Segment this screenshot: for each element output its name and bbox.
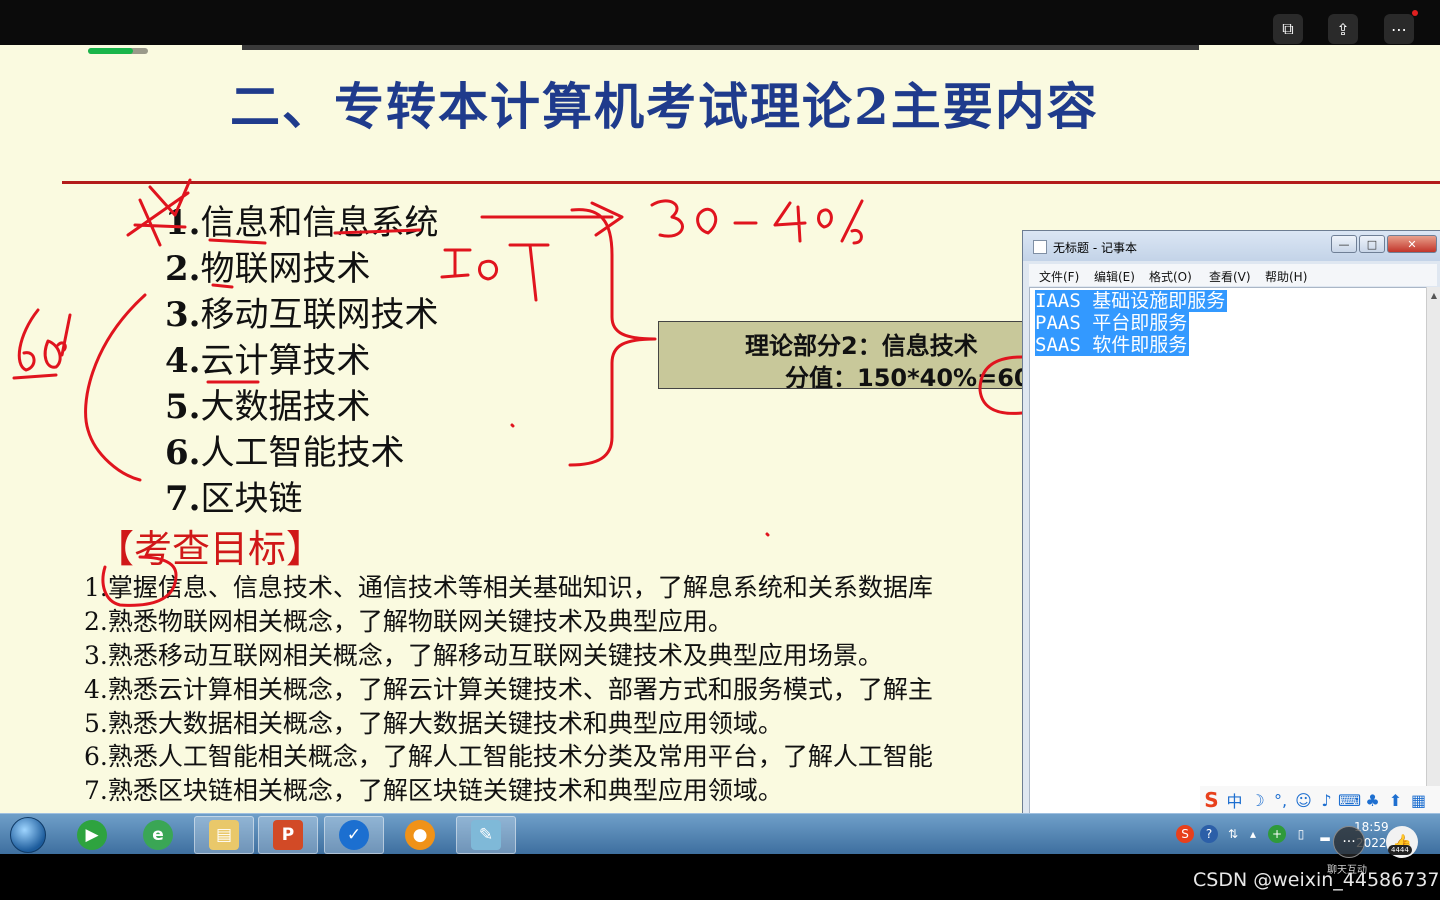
selected-text-line[interactable]: IAAS 基础设施即服务: [1035, 290, 1228, 312]
ink-arrow: [480, 201, 624, 237]
goal-item: 5.熟悉大数据相关概念，了解大数据关键技术和典型应用领域。: [84, 709, 783, 738]
ink-60-percent: [12, 308, 72, 380]
topic-text: 云计算技术: [200, 341, 371, 381]
windows-start-orb[interactable]: [10, 817, 46, 853]
ime-punctuation-icon[interactable]: °,: [1269, 791, 1292, 810]
recorder-icon[interactable]: ●: [390, 816, 450, 854]
topic-number: 3.: [165, 295, 201, 335]
selected-text-line[interactable]: PAAS 平台即服务: [1035, 312, 1190, 334]
goal-item: 1.掌握信息、信息技术、通信技术等相关基础知识，了解息系统和关系数据库: [84, 573, 933, 602]
slide-progress-fill: [88, 48, 133, 54]
topic-number: 7.: [165, 479, 201, 519]
topic-number: 4.: [165, 341, 201, 381]
ime-voice-icon[interactable]: ♪: [1315, 791, 1338, 810]
ink-30-40-percent: [650, 199, 864, 245]
powerpoint-icon[interactable]: P: [258, 816, 318, 854]
theory-summary-box: 理论部分2：信息技术 分值：150*40%=60: [658, 321, 1038, 389]
ime-menu-icon[interactable]: ▦: [1407, 791, 1430, 810]
notepad-title: 无标题 - 记事本: [1053, 241, 1137, 255]
signal-tray-icon[interactable]: ▂: [1316, 825, 1334, 843]
topic-item: 7.区块链: [165, 471, 303, 520]
screen-share-icon[interactable]: ⧉: [1273, 14, 1303, 44]
ime-keyboard-icon[interactable]: ⌨: [1338, 791, 1361, 810]
ink-iot: [440, 243, 550, 302]
topic-item: 2.物联网技术: [165, 241, 371, 290]
theory-box-score: 分值：150*40%=60: [785, 364, 1031, 389]
scroll-up-icon[interactable]: ▲: [1431, 291, 1437, 300]
ime-toolbox-icon[interactable]: ⬆: [1384, 791, 1407, 810]
ie-browser-icon[interactable]: e: [128, 816, 188, 854]
presentation-slide: 二、专转本计算机考试理论2主要内容 1.信息和信息系统 2.物联网技术 3.移动…: [0, 45, 1440, 813]
goal-item: 4.熟悉云计算相关概念，了解云计算关键技术、部署方式和服务模式，了解主: [84, 675, 933, 704]
goal-item: 7.熟悉区块链相关概念，了解区块链关键技术和典型应用领域。: [84, 776, 783, 805]
notepad-app-icon: [1033, 240, 1047, 254]
slide-title: 二、专转本计算机考试理论2主要内容: [230, 77, 1099, 136]
topic-text: 物联网技术: [200, 249, 371, 289]
title-divider: [62, 181, 1440, 184]
theory-box-title: 理论部分2：信息技术: [745, 332, 978, 360]
show-hidden-icons[interactable]: ▴: [1244, 825, 1262, 843]
media-player-icon[interactable]: ▶: [62, 816, 122, 854]
minimize-button[interactable]: —: [1331, 235, 1357, 253]
ime-emoji-icon[interactable]: ☺: [1292, 791, 1315, 810]
feishu-icon[interactable]: ✓: [324, 816, 384, 854]
like-count-badge: 4444: [1388, 845, 1412, 855]
menu-edit[interactable]: 编辑(E): [1094, 268, 1135, 285]
topic-text: 区块链: [200, 479, 303, 519]
help-tray-icon[interactable]: ?: [1200, 825, 1218, 843]
ime-toolbar: S 中 ☽ °, ☺ ♪ ⌨ ♣ ⬆ ▦: [1200, 786, 1440, 814]
share-icon[interactable]: ⇪: [1328, 14, 1358, 44]
slide-scrub-bar[interactable]: [242, 45, 1199, 50]
topic-number: 6.: [165, 433, 201, 473]
topic-item: 4.云计算技术: [165, 333, 371, 382]
menu-view[interactable]: 查看(V): [1209, 268, 1251, 285]
csdn-watermark: CSDN @weixin_44586737: [1193, 869, 1440, 891]
topic-item: 6.人工智能技术: [165, 425, 405, 474]
topic-text: 大数据技术: [200, 387, 371, 427]
topic-text: 人工智能技术: [200, 433, 405, 473]
notepad-icon[interactable]: ✎: [456, 816, 516, 854]
ime-halfwidth-icon[interactable]: ☽: [1246, 791, 1269, 810]
topic-item: 5.大数据技术: [165, 379, 371, 428]
topic-text: 信息和信息系统: [200, 203, 439, 243]
menu-file[interactable]: 文件(F): [1039, 268, 1079, 285]
sogou-ime-icon[interactable]: S: [1200, 788, 1223, 812]
maximize-button[interactable]: □: [1359, 235, 1385, 253]
goal-item: 6.熟悉人工智能相关概念，了解人工智能技术分类及常用平台，了解人工智能: [84, 742, 933, 771]
topic-text: 移动互联网技术: [200, 295, 439, 335]
notification-dot: [1412, 10, 1418, 16]
ink-big-brace: [568, 208, 657, 467]
topic-number: 1.: [165, 203, 201, 243]
topic-number: 5.: [165, 387, 201, 427]
notepad-menubar: 文件(F) 编辑(E) 格式(O) 查看(V) 帮助(H): [1029, 264, 1437, 286]
topic-item: 1.信息和信息系统: [165, 195, 439, 244]
menu-format[interactable]: 格式(O): [1149, 268, 1192, 285]
player-top-bar: ⧉ ⇪ ⋯: [0, 0, 1440, 45]
device-tray-icon[interactable]: ▯: [1292, 825, 1310, 843]
ime-chinese-mode-icon[interactable]: 中: [1223, 788, 1246, 812]
notepad-text-area[interactable]: IAAS 基础设施即服务 PAAS 平台即服务 SAAS 软件即服务: [1029, 287, 1429, 813]
goal-item: 2.熟悉物联网相关概念，了解物联网关键技术及典型应用。: [84, 607, 733, 636]
network-tray-icon[interactable]: ⇅: [1224, 825, 1242, 843]
menu-help[interactable]: 帮助(H): [1265, 268, 1307, 285]
ime-skin-icon[interactable]: ♣: [1361, 791, 1384, 810]
more-icon[interactable]: ⋯: [1384, 14, 1414, 44]
security-tray-icon[interactable]: +: [1268, 825, 1286, 843]
notepad-window[interactable]: 无标题 - 记事本 — □ ✕ 文件(F) 编辑(E) 格式(O) 查看(V) …: [1022, 230, 1440, 813]
topic-item: 3.移动互联网技术: [165, 287, 439, 336]
selected-text-line[interactable]: SAAS 软件即服务: [1035, 334, 1190, 356]
goals-heading: 【考查目标】: [96, 527, 325, 571]
sogou-tray-icon[interactable]: S: [1176, 825, 1194, 843]
chat-bubble-icon[interactable]: ···: [1333, 826, 1365, 858]
topic-number: 2.: [165, 249, 201, 289]
notepad-scrollbar[interactable]: [1426, 287, 1440, 813]
close-button[interactable]: ✕: [1387, 235, 1437, 253]
notepad-titlebar[interactable]: 无标题 - 记事本 — □ ✕: [1023, 231, 1440, 261]
slide-progress-bar: [88, 48, 148, 54]
ink-left-bracket: [84, 293, 147, 482]
file-explorer-icon[interactable]: ▤: [194, 816, 254, 854]
goal-item: 3.熟悉移动互联网相关概念，了解移动互联网关键技术及典型应用场景。: [84, 641, 883, 670]
ink-dot: [510, 423, 770, 537]
windows-taskbar: ▶ e ▤ P ✓ ● ✎ S ? ⇅ ▴ + ▯ ▂ 18:59 2022: [0, 813, 1440, 854]
